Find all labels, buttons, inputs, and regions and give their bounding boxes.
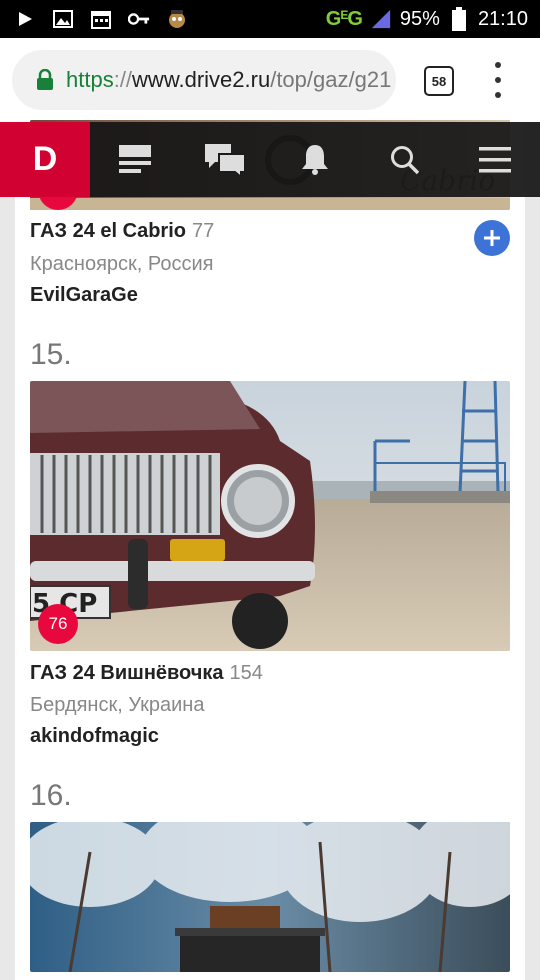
- item-rank: 16.: [30, 779, 72, 812]
- network-type-indicator: GEG: [325, 7, 363, 31]
- key-icon: [128, 8, 150, 30]
- status-bar: GEG 95% 21:10: [0, 0, 540, 38]
- site-navbar: D: [0, 122, 540, 197]
- url-host: www.drive2.ru: [132, 67, 271, 92]
- car-photo[interactable]: 5 CP: [30, 381, 510, 651]
- play-store-icon: [14, 8, 36, 30]
- item-title-row[interactable]: ГАЗ 24 Вишнёвочка 154: [30, 662, 263, 685]
- url-path: /top/gaz/g21: [270, 67, 392, 92]
- search-icon: [391, 145, 420, 174]
- car-photo-art: 5 CP: [30, 381, 510, 651]
- battery-icon: [448, 7, 470, 31]
- item-title[interactable]: ГАЗ 24 Вишнёвочка: [30, 662, 224, 684]
- feed-icon: [119, 144, 151, 173]
- menu-dot: [495, 92, 501, 98]
- signal-icon: [370, 8, 392, 30]
- messages-icon: [205, 143, 245, 176]
- clock: 21:10: [477, 7, 528, 30]
- calendar-icon: [90, 8, 112, 30]
- plus-icon: [484, 230, 500, 246]
- item-count: 77: [192, 220, 215, 242]
- menu-dot: [495, 77, 501, 83]
- item-title[interactable]: ГАЗ 24 el Cabrio: [30, 220, 186, 242]
- item-location: Бердянск, Украина: [30, 694, 205, 716]
- drive2-logo[interactable]: D: [0, 122, 90, 197]
- car-photo[interactable]: [30, 822, 510, 972]
- menu-dot: [495, 62, 501, 68]
- item-title-row[interactable]: ГАЗ 24 el Cabrio 77: [30, 220, 214, 243]
- item-count: 154: [229, 662, 263, 684]
- item-author[interactable]: akindofmagic: [30, 725, 159, 748]
- car-photo-art: [30, 822, 510, 972]
- url-text: https://www.drive2.ru/top/gaz/g21: [66, 67, 391, 93]
- nav-feed-button[interactable]: [90, 122, 180, 197]
- browser-menu-button[interactable]: [488, 62, 508, 98]
- hamburger-icon: [479, 146, 511, 172]
- nav-messages-button[interactable]: [180, 122, 270, 197]
- url-separator: ://: [113, 67, 133, 92]
- item-location: Красноярск, Россия: [30, 253, 214, 275]
- network-label-2: G: [347, 7, 363, 30]
- nav-search-button[interactable]: [360, 122, 450, 197]
- item-rank: 15.: [30, 338, 72, 371]
- battery-percent: 95%: [399, 7, 440, 30]
- gallery-icon: [52, 8, 74, 30]
- nav-menu-button[interactable]: [450, 122, 540, 197]
- lock-icon: [37, 69, 53, 90]
- browser-toolbar: https://www.drive2.ru/top/gaz/g21 58: [0, 38, 540, 122]
- nav-notifications-button[interactable]: [270, 122, 360, 197]
- bell-icon: [302, 144, 328, 175]
- address-bar[interactable]: https://www.drive2.ru/top/gaz/g21: [12, 50, 396, 110]
- network-label: G: [325, 7, 342, 30]
- item-author[interactable]: EvilGaraGe: [30, 284, 138, 307]
- url-scheme: https: [66, 67, 114, 92]
- follow-button[interactable]: [474, 220, 510, 256]
- app-notification-icon: [166, 8, 188, 30]
- rating-badge: 76: [38, 604, 78, 644]
- tab-switcher-button[interactable]: 58: [424, 66, 454, 96]
